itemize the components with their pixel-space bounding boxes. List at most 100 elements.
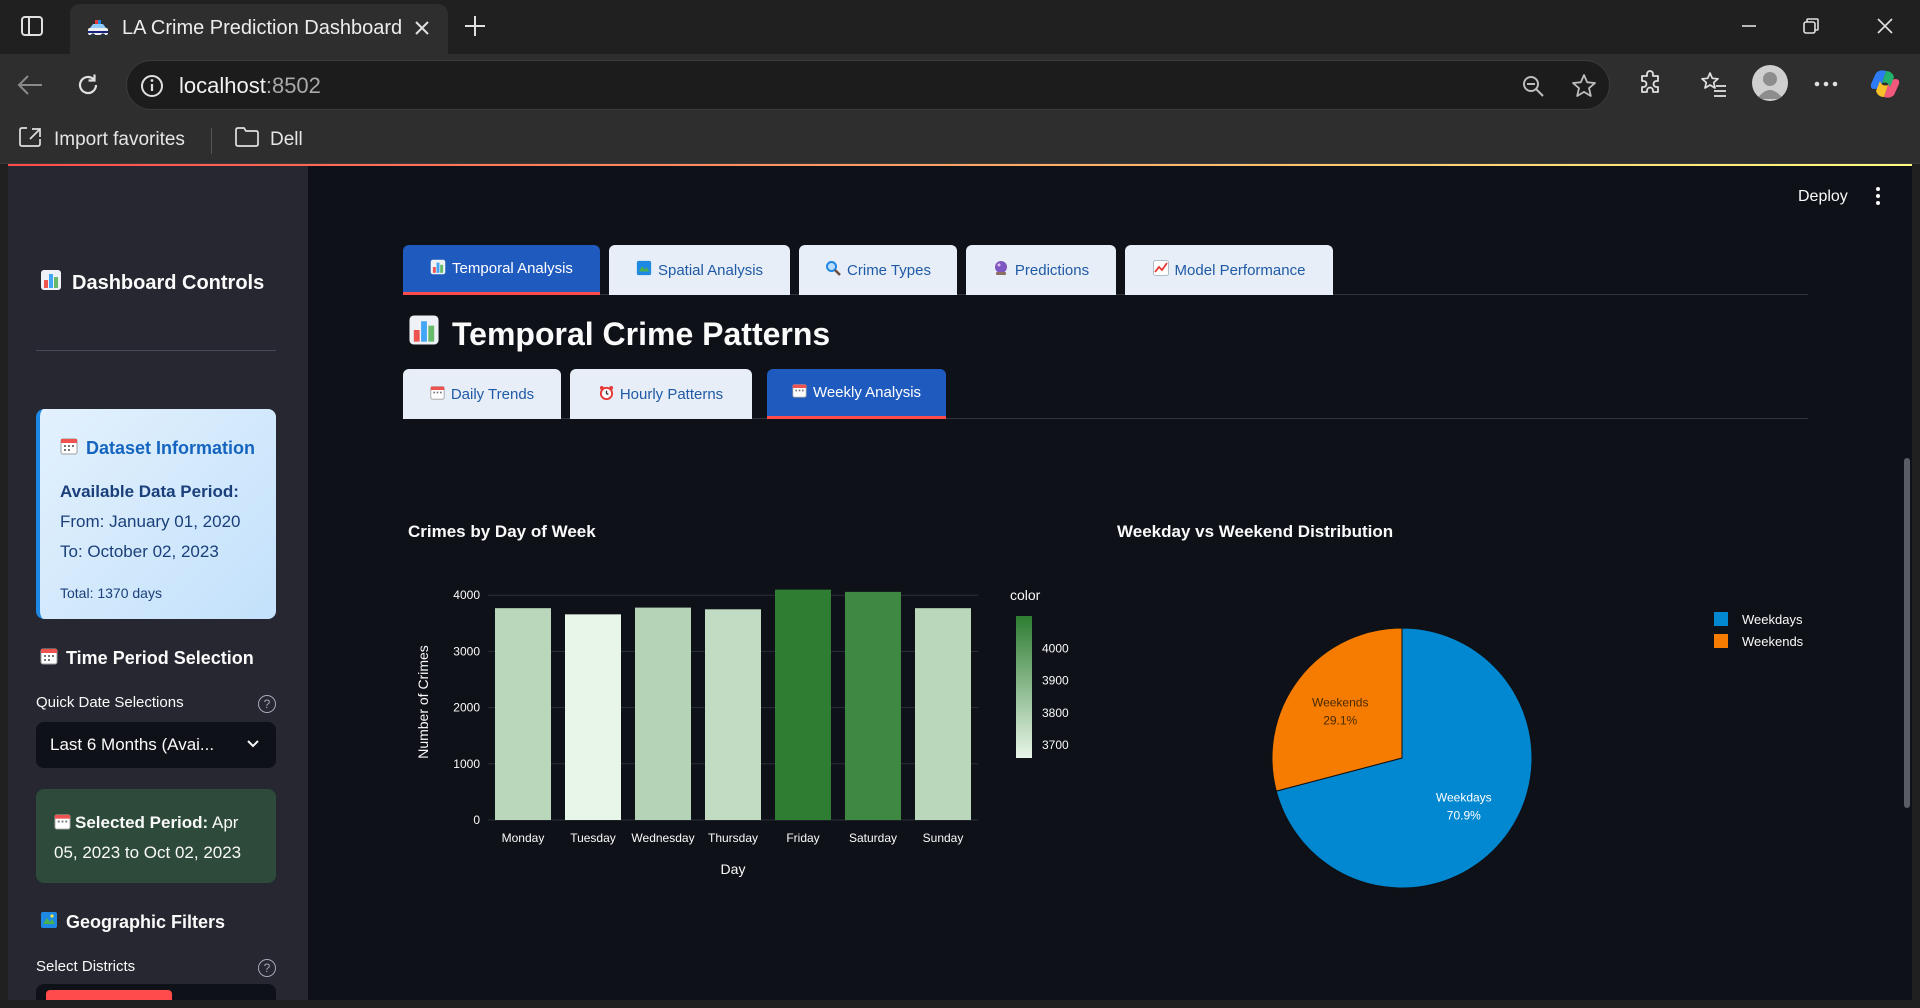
- bar-chart-title: Crimes by Day of Week: [408, 522, 596, 541]
- quick-date-select[interactable]: Last 6 Months (Avai...: [36, 722, 276, 768]
- bar-chart-icon: [40, 269, 62, 297]
- x-axis-label: Day: [721, 861, 746, 877]
- district-chip[interactable]: [46, 990, 172, 1000]
- restore-icon[interactable]: [1788, 8, 1834, 44]
- slice-label: Weekends: [1312, 695, 1368, 709]
- bar: [495, 608, 551, 820]
- close-window-icon[interactable]: [1862, 8, 1908, 44]
- calendar-icon: [60, 437, 78, 460]
- map-icon: [636, 260, 652, 280]
- calendar-icon: [40, 647, 58, 670]
- zoom-out-icon[interactable]: [1519, 72, 1547, 100]
- available-period-label: Available Data Period:: [60, 482, 239, 501]
- sub-tabs: Daily Trends Hourly Patterns Weekly Anal…: [403, 369, 1808, 419]
- extensions-icon[interactable]: [1630, 64, 1670, 104]
- y-tick-label: 2000: [453, 701, 480, 715]
- tab-temporal-analysis[interactable]: Temporal Analysis: [403, 245, 600, 295]
- tab-daily-trends[interactable]: Daily Trends: [403, 369, 561, 419]
- x-tick-label: Sunday: [923, 831, 964, 845]
- tab-weekly-analysis[interactable]: Weekly Analysis: [767, 369, 946, 419]
- x-tick-label: Thursday: [708, 831, 758, 845]
- tab-actions-icon[interactable]: [14, 12, 50, 40]
- tab-spatial-analysis[interactable]: Spatial Analysis: [609, 245, 790, 295]
- bar: [565, 614, 621, 820]
- browser-titlebar: LA Crime Prediction Dashboard: [0, 0, 1920, 54]
- browser-tab[interactable]: LA Crime Prediction Dashboard: [70, 4, 448, 54]
- legend-swatch: [1714, 612, 1728, 626]
- sidebar-title: Dashboard Controls: [40, 269, 264, 297]
- favorites-bar: Import favorites Dell: [0, 116, 1920, 164]
- favorites-list-icon[interactable]: [1694, 64, 1734, 104]
- dell-folder-link[interactable]: Dell: [234, 125, 303, 155]
- import-favorites-label: Import favorites: [54, 129, 185, 150]
- help-icon[interactable]: ?: [258, 695, 276, 713]
- more-options-icon[interactable]: [1806, 64, 1846, 104]
- legend-label: Weekends: [1742, 634, 1804, 649]
- crystal-ball-icon: [993, 260, 1009, 280]
- calendar-icon: [430, 385, 445, 404]
- crimes-by-day-chart: 0 1000 2000 3000 4000 Monday Tuesday Wednesday T…: [415, 587, 1069, 877]
- tab-hourly-patterns[interactable]: Hourly Patterns: [570, 369, 752, 419]
- colorbar-tick-label: 3900: [1042, 674, 1069, 688]
- pie-chart-title: Weekday vs Weekend Distribution: [1117, 522, 1394, 541]
- back-icon[interactable]: [12, 67, 48, 103]
- main-menu-icon[interactable]: [1870, 184, 1886, 208]
- tab-crime-types[interactable]: Crime Types: [799, 245, 957, 295]
- tab-title: LA Crime Prediction Dashboard: [122, 17, 403, 39]
- slice-label: Weekdays: [1436, 791, 1492, 805]
- import-favorites-link[interactable]: Import favorites: [18, 125, 185, 155]
- app-page: Dashboard Controls Dataset Information A…: [8, 164, 1912, 1000]
- y-tick-label: 0: [473, 813, 480, 827]
- profile-avatar[interactable]: [1752, 65, 1788, 101]
- dell-folder-label: Dell: [270, 129, 303, 150]
- help-icon[interactable]: ?: [258, 959, 276, 977]
- url-text: localhost:8502: [179, 73, 321, 98]
- dataset-from-date: From: January 01, 2020: [60, 512, 241, 531]
- main-tabs: Temporal Analysis Spatial Analysis Crime…: [403, 245, 1808, 295]
- y-tick-label: 3000: [453, 644, 480, 658]
- browser-toolbar: localhost:8502: [0, 54, 1920, 116]
- geographic-filters-heading: Geographic Filters: [40, 911, 225, 934]
- y-tick-label: 1000: [453, 757, 480, 771]
- page-title: Temporal Crime Patterns: [408, 314, 830, 354]
- bar: [635, 607, 691, 820]
- districts-label: Select Districts: [36, 958, 136, 975]
- alarm-clock-icon: [599, 385, 614, 404]
- import-icon: [18, 125, 44, 155]
- dataset-to-date: To: October 02, 2023: [60, 542, 219, 561]
- minimize-icon[interactable]: [1726, 8, 1772, 44]
- calendar-icon: [54, 811, 71, 839]
- y-tick-label: 4000: [453, 588, 480, 602]
- refresh-icon[interactable]: [70, 67, 106, 103]
- colorbar-tick-label: 4000: [1042, 641, 1069, 655]
- folder-icon: [234, 126, 260, 154]
- tab-model-performance[interactable]: Model Performance: [1125, 245, 1333, 295]
- map-icon: [40, 911, 58, 934]
- close-tab-icon[interactable]: [410, 16, 434, 45]
- bar: [705, 609, 761, 820]
- tab-predictions[interactable]: Predictions: [966, 245, 1116, 295]
- colorbar-tick-label: 3800: [1042, 706, 1069, 720]
- districts-multiselect[interactable]: [36, 984, 276, 1000]
- favorite-star-icon[interactable]: [1570, 72, 1598, 100]
- time-period-heading: Time Period Selection: [40, 647, 254, 670]
- new-tab-icon[interactable]: [458, 10, 492, 42]
- site-info-icon[interactable]: [139, 73, 165, 104]
- address-bar[interactable]: localhost:8502: [126, 60, 1610, 110]
- bar-chart-icon: [430, 259, 446, 279]
- deploy-button[interactable]: Deploy: [1798, 188, 1848, 206]
- legend-label: Weekdays: [1742, 612, 1803, 627]
- sidebar: Dashboard Controls Dataset Information A…: [8, 166, 308, 1000]
- quick-date-label: Quick Date Selections: [36, 694, 184, 711]
- slice-percent: 29.1%: [1323, 713, 1357, 727]
- magnifier-icon: [825, 260, 841, 280]
- x-tick-label: Wednesday: [631, 831, 694, 845]
- dataset-info-card: Dataset Information Available Data Perio…: [36, 409, 276, 619]
- weekday-weekend-pie-chart: Weekdays 70.9% Weekends 29.1% Weekdays Weeken…: [1271, 612, 1804, 889]
- copilot-icon[interactable]: [1865, 64, 1905, 104]
- x-tick-label: Friday: [786, 831, 819, 845]
- colorbar: [1016, 616, 1032, 758]
- page-scrollbar[interactable]: [1904, 458, 1910, 808]
- bar: [845, 591, 901, 820]
- x-tick-label: Saturday: [849, 831, 897, 845]
